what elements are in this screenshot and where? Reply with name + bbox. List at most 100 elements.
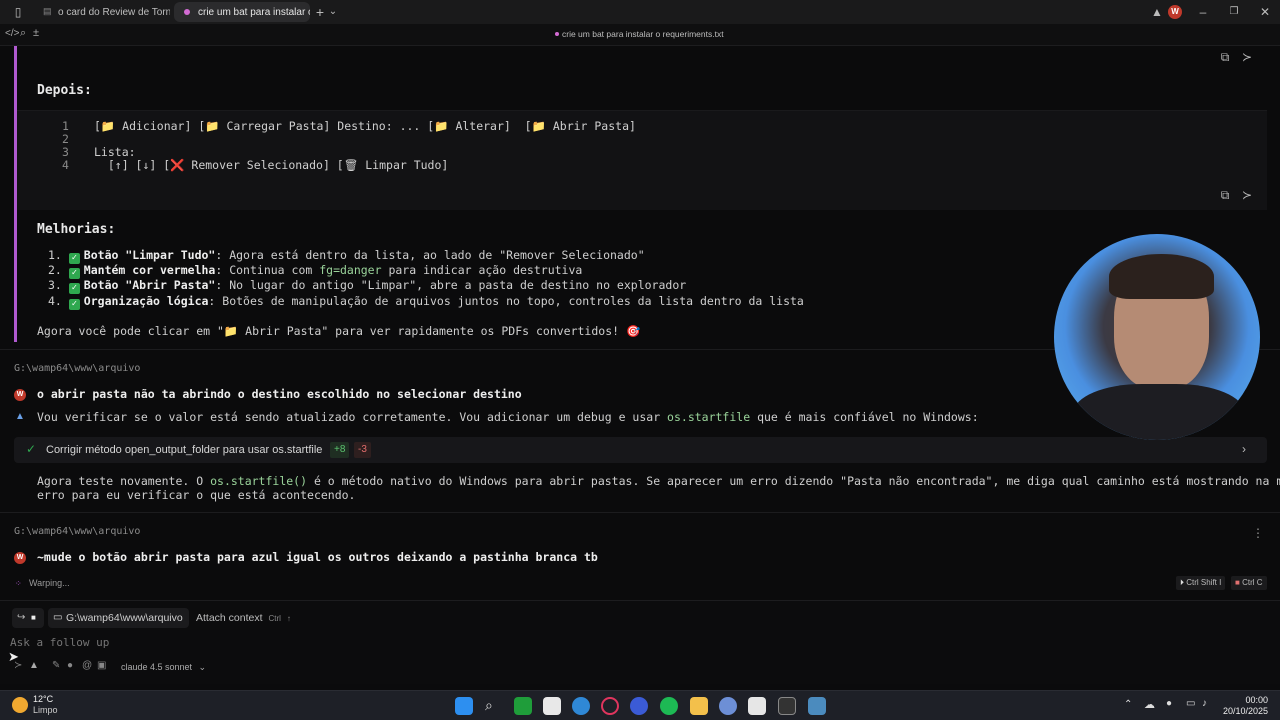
- edit-icon[interactable]: ✎: [52, 660, 60, 671]
- code-block: 1 [📁 Adicionar] [📁 Carregar Pasta] Desti…: [17, 110, 1267, 210]
- tab-bat-requirements[interactable]: crie um bat para instalar o req: [174, 2, 310, 22]
- cloud-icon[interactable]: ☁: [1144, 698, 1155, 711]
- microphone-icon[interactable]: ●: [1166, 698, 1172, 709]
- item-title: Organização lógica: [83, 294, 209, 308]
- more-options-icon[interactable]: ⋮: [1252, 526, 1264, 540]
- webcam-overlay: [1054, 234, 1260, 440]
- list-number: 4.: [48, 294, 62, 308]
- lines-removed-badge: -3: [354, 442, 371, 458]
- list-item: 1. ✓ Botão "Limpar Tudo": Agora está dent…: [48, 248, 645, 264]
- stop-shortcut[interactable]: ⏵ Ctrl Shift I: [1176, 576, 1226, 590]
- tab-label: crie um bat para instalar o req: [198, 6, 310, 18]
- section-heading-depois: Depois:: [37, 83, 92, 98]
- chevron-up-icon[interactable]: ⌃: [1124, 699, 1132, 710]
- terminal-icon[interactable]: ≻: [1239, 187, 1255, 203]
- model-name: claude 4.5 sonnet: [121, 662, 193, 672]
- status-text: Warping...: [29, 578, 70, 588]
- item-text: para indicar ação destrutiva: [381, 263, 583, 277]
- user-badge: W: [14, 552, 26, 564]
- chevron-right-icon[interactable]: ›: [1242, 442, 1246, 456]
- warp-icon[interactable]: [748, 697, 766, 715]
- mode-toggle[interactable]: ↪ ■: [12, 608, 44, 628]
- terminal-icon[interactable]: [778, 697, 796, 715]
- edge-icon[interactable]: [572, 697, 590, 715]
- search-icon[interactable]: ⌕: [485, 697, 503, 715]
- tab-review-torneios[interactable]: ▤ o card do Review de Torneios: [34, 2, 170, 22]
- warp-logo-icon[interactable]: ▲: [1147, 3, 1167, 21]
- add-pane-icon[interactable]: ±: [33, 27, 39, 39]
- lines-added-badge: +8: [330, 442, 350, 458]
- python-icon[interactable]: [808, 697, 826, 715]
- weather-icon[interactable]: [12, 697, 28, 713]
- code-icon[interactable]: </>: [5, 28, 19, 39]
- cancel-shortcut[interactable]: ■ Ctrl C: [1231, 576, 1267, 590]
- sidebar-toggle-icon[interactable]: ▯: [8, 3, 28, 21]
- maximize-button[interactable]: ❐: [1224, 3, 1244, 21]
- window-titlebar: ▯ ▤ o card do Review de Torneios crie um…: [0, 0, 1280, 24]
- folder-chip[interactable]: ▭ G:\wamp64\www\arquivo: [48, 608, 189, 628]
- list-item: 3. ✓ Botão "Abrir Pasta": No lugar do ant…: [48, 278, 686, 294]
- line-number: 3: [62, 145, 69, 159]
- xbox-icon[interactable]: [514, 697, 532, 715]
- app-icon[interactable]: [719, 697, 737, 715]
- shortcut-key: ↑: [286, 614, 291, 623]
- volume-icon[interactable]: ♪: [1202, 698, 1207, 709]
- item-text: : No lugar do antigo "Limpar", abre a pa…: [215, 278, 687, 292]
- shortcut-key: Ctrl: [268, 614, 281, 623]
- working-directory: G:\wamp64\www\arquivo: [14, 526, 141, 537]
- shortcut-icon: ⏵: [1180, 578, 1184, 587]
- inline-code: os.startfile(): [210, 474, 308, 488]
- list-number: 3.: [48, 278, 62, 292]
- user-badge: W: [14, 389, 26, 401]
- microphone-icon[interactable]: ●: [67, 660, 73, 671]
- clock-date[interactable]: 20/10/2025: [1220, 706, 1268, 716]
- agent-text: erro para eu verificar o que está aconte…: [37, 488, 356, 502]
- item-text: : Agora está dentro da lista, ao lado de…: [215, 248, 645, 262]
- search-icon[interactable]: ⌕: [20, 27, 26, 40]
- working-directory: G:\wamp64\www\arquivo: [14, 363, 141, 374]
- image-icon[interactable]: ▣: [97, 660, 106, 671]
- user-avatar[interactable]: W: [1168, 5, 1182, 19]
- tab-status-dot: [184, 9, 190, 15]
- item-title: Botão "Limpar Tudo": [83, 248, 216, 262]
- attach-context-button[interactable]: Attach context Ctrl ↑: [190, 608, 297, 628]
- document-icon: ▤: [43, 6, 52, 16]
- opera-icon[interactable]: [601, 697, 619, 715]
- terminal-icon[interactable]: ≻: [1239, 49, 1255, 65]
- line-number: 2: [62, 132, 69, 146]
- spotify-icon[interactable]: [660, 697, 678, 715]
- user-message: o abrir pasta não ta abrindo o destino e…: [37, 387, 522, 401]
- agent-mode-icon[interactable]: ▲: [29, 660, 39, 671]
- app-icon[interactable]: [630, 697, 648, 715]
- pane-header: </> ⌕ ± crie um bat para instalar o requ…: [0, 24, 1280, 46]
- stop-icon: ■: [31, 613, 36, 622]
- agent-message: Agora teste novamente. O os.startfile() …: [37, 474, 1280, 488]
- network-icon[interactable]: ▭: [1186, 698, 1195, 709]
- copy-icon[interactable]: ⧉: [1217, 187, 1233, 203]
- diff-summary-row[interactable]: ✓ Corrigir método open_output_folder par…: [14, 437, 1267, 463]
- spinner-icon: ⁘: [15, 579, 22, 588]
- start-icon[interactable]: [455, 697, 473, 715]
- item-title: Mantém cor vermelha: [83, 263, 216, 277]
- chevron-down-icon: ⌄: [198, 662, 207, 672]
- follow-up-input[interactable]: [10, 632, 1260, 652]
- app-icon[interactable]: [543, 697, 561, 715]
- user-message: ~mude o botão abrir pasta para azul igua…: [37, 550, 598, 564]
- clock-time[interactable]: 00:00: [1220, 695, 1268, 705]
- item-text: : Botões de manipulação de arquivos junt…: [208, 294, 804, 308]
- minimize-button[interactable]: –: [1193, 3, 1213, 21]
- list-number: 2.: [48, 263, 62, 277]
- mention-icon[interactable]: @: [82, 660, 92, 671]
- file-explorer-icon[interactable]: [690, 697, 708, 715]
- section-heading-melhorias: Melhorias:: [37, 222, 116, 237]
- inline-code: os.startfile: [667, 410, 751, 424]
- diff-title: Corrigir método open_output_folder para …: [46, 444, 323, 456]
- check-icon: ✓: [68, 283, 80, 294]
- copy-icon[interactable]: ⧉: [1217, 49, 1233, 65]
- agent-icon: ▲: [15, 411, 25, 422]
- return-icon: ↪: [17, 612, 26, 623]
- tab-dropdown-icon[interactable]: ⌄: [323, 3, 343, 21]
- model-selector[interactable]: claude 4.5 sonnet ⌄: [116, 658, 210, 676]
- close-window-button[interactable]: ✕: [1255, 3, 1275, 21]
- terminal-mode-icon[interactable]: ≻: [14, 660, 22, 671]
